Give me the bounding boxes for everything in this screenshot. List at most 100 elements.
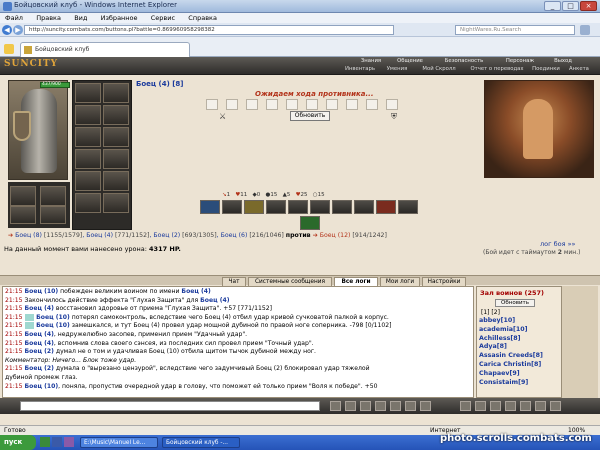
team2-fighter-1[interactable]: Боец (12) bbox=[320, 232, 351, 239]
log-tail[interactable]: Боец (4) bbox=[181, 288, 210, 295]
refresh-button[interactable]: Обновить bbox=[290, 111, 330, 121]
list-item[interactable]: Carica Christin[8] bbox=[479, 361, 543, 370]
app-icon[interactable] bbox=[64, 437, 74, 447]
weapon-slot[interactable] bbox=[75, 105, 101, 125]
log-tail[interactable]: Боец (4) bbox=[200, 297, 229, 304]
helmet-slot[interactable] bbox=[75, 83, 101, 103]
list-item[interactable]: academia[10] bbox=[479, 326, 543, 335]
log-name[interactable]: Боец (10) bbox=[25, 288, 59, 295]
gloves-slot[interactable] bbox=[103, 149, 129, 169]
scroll-slot-2[interactable] bbox=[103, 171, 129, 191]
fighter-name[interactable]: Боец (4) [8] bbox=[136, 80, 184, 88]
close-button[interactable]: × bbox=[580, 1, 597, 11]
list-item[interactable]: Assasin Creeds[8] bbox=[479, 352, 543, 361]
list-item[interactable]: Adya[8] bbox=[479, 343, 543, 352]
chat-tool-6-icon[interactable] bbox=[405, 401, 416, 411]
scroll-slot-1[interactable] bbox=[75, 171, 101, 191]
favorites-star-icon[interactable] bbox=[4, 44, 14, 54]
log-name[interactable]: Боец (10) bbox=[36, 322, 70, 329]
skill-9-icon[interactable] bbox=[376, 200, 396, 214]
nav-inventory[interactable]: Инвентарь bbox=[340, 66, 380, 73]
nav-communication[interactable]: Общение bbox=[392, 58, 428, 65]
roster-refresh-button[interactable]: Обновить bbox=[495, 299, 535, 307]
chat-tool-7-icon[interactable] bbox=[420, 401, 431, 411]
menu-help[interactable]: Справка bbox=[188, 14, 217, 22]
menu-tools[interactable]: Сервис bbox=[151, 14, 175, 22]
amulet-slot[interactable] bbox=[103, 105, 129, 125]
browser-tab[interactable]: Бойцовский клуб bbox=[20, 42, 190, 57]
chat-tool-12-icon[interactable] bbox=[520, 401, 531, 411]
skill-4-icon[interactable] bbox=[266, 200, 286, 214]
boots-slot[interactable] bbox=[103, 193, 129, 213]
log-name[interactable]: Боец (2) bbox=[25, 365, 54, 372]
nav-my-scroll[interactable]: Мой Скролл bbox=[416, 66, 462, 73]
list-item[interactable]: Achilless[8] bbox=[479, 335, 543, 344]
chat-input[interactable] bbox=[20, 401, 320, 411]
maximize-button[interactable]: □ bbox=[562, 1, 579, 11]
log-name[interactable]: Боец (10) bbox=[25, 383, 59, 390]
menu-edit[interactable]: Правка bbox=[36, 14, 61, 22]
chat-tool-3-icon[interactable] bbox=[360, 401, 371, 411]
skill-10-icon[interactable] bbox=[398, 200, 418, 214]
list-item[interactable]: abbey[10] bbox=[479, 317, 543, 326]
nav-battles[interactable]: Поединки bbox=[530, 66, 562, 73]
log-name[interactable]: Боец (10) bbox=[36, 314, 70, 321]
chat-tool-1-icon[interactable] bbox=[330, 401, 341, 411]
team1-fighter-3[interactable]: Боец (2) bbox=[153, 232, 180, 239]
chat-tool-11-icon[interactable] bbox=[505, 401, 516, 411]
excel-icon[interactable] bbox=[40, 437, 50, 447]
taskbar-item-browser[interactable]: Бойцовский клуб -... bbox=[162, 437, 240, 448]
team1-fighter-1[interactable]: Боец (8) bbox=[15, 232, 42, 239]
nav-skills[interactable]: Умения bbox=[382, 66, 412, 73]
feet-slot[interactable] bbox=[40, 206, 66, 224]
taskbar-item-music[interactable]: E:\Music\Manuel Le... bbox=[80, 437, 158, 448]
pants-slot[interactable] bbox=[10, 186, 36, 206]
nav-profile[interactable]: Анкета bbox=[564, 66, 594, 73]
chat-tool-8-icon[interactable] bbox=[460, 401, 471, 411]
team1-fighter-2[interactable]: Боец (4) bbox=[86, 232, 113, 239]
back-icon[interactable]: ◀ bbox=[2, 25, 12, 35]
battle-log-link[interactable]: лог боя »» bbox=[540, 240, 576, 248]
chat-tool-5-icon[interactable] bbox=[390, 401, 401, 411]
scroll-slot-3[interactable] bbox=[75, 193, 101, 213]
roster-pages[interactable]: [1] [2] bbox=[481, 309, 500, 316]
chat-tool-2-icon[interactable] bbox=[345, 401, 356, 411]
shield-slot[interactable] bbox=[40, 186, 66, 206]
tab-chat[interactable]: Чат bbox=[222, 277, 246, 286]
skill-3-icon[interactable] bbox=[244, 200, 264, 214]
earrings-slot[interactable] bbox=[103, 83, 129, 103]
skill-11-icon[interactable] bbox=[300, 216, 320, 230]
tab-all-logs[interactable]: Все логи bbox=[334, 277, 378, 286]
tab-settings[interactable]: Настройки bbox=[422, 277, 466, 286]
log-name[interactable]: Боец (4) bbox=[25, 331, 54, 338]
search-icon[interactable] bbox=[580, 25, 590, 35]
list-item[interactable]: Consistaim[9] bbox=[479, 379, 543, 388]
chat-tool-14-icon[interactable] bbox=[550, 401, 561, 411]
minimize-button[interactable]: _ bbox=[544, 1, 561, 11]
start-button[interactable]: пуск bbox=[0, 435, 36, 450]
url-input[interactable]: http://suncity.combats.com/buttons.pl?ba… bbox=[24, 25, 394, 35]
nav-character[interactable]: Персонаж bbox=[500, 58, 540, 65]
tab-system-messages[interactable]: Системные сообщения bbox=[248, 277, 332, 286]
skill-2-icon[interactable] bbox=[222, 200, 242, 214]
nav-exit[interactable]: Выход bbox=[548, 58, 578, 65]
log-name[interactable]: Боец (2) bbox=[25, 348, 54, 355]
nav-security[interactable]: Безопасность bbox=[440, 58, 488, 65]
nav-transfers[interactable]: Отчет о переводах bbox=[464, 66, 530, 73]
team1-fighter-4[interactable]: Боец (6) bbox=[221, 232, 248, 239]
menu-view[interactable]: Вид bbox=[74, 14, 87, 22]
word-icon[interactable] bbox=[52, 437, 62, 447]
skill-6-icon[interactable] bbox=[310, 200, 330, 214]
forward-icon[interactable]: ▶ bbox=[13, 25, 23, 35]
menu-file[interactable]: Файл bbox=[5, 14, 23, 22]
skill-8-icon[interactable] bbox=[354, 200, 374, 214]
ring-slot[interactable] bbox=[103, 127, 129, 147]
search-input[interactable]: NightWares.Ru.Search bbox=[455, 25, 575, 35]
chat-tool-10-icon[interactable] bbox=[490, 401, 501, 411]
log-name[interactable]: Боец (4) bbox=[25, 340, 54, 347]
armor-slot[interactable] bbox=[75, 127, 101, 147]
belt-slot[interactable] bbox=[75, 149, 101, 169]
skill-1-icon[interactable] bbox=[200, 200, 220, 214]
chat-tool-9-icon[interactable] bbox=[475, 401, 486, 411]
list-item[interactable]: Chapaev[9] bbox=[479, 370, 543, 379]
